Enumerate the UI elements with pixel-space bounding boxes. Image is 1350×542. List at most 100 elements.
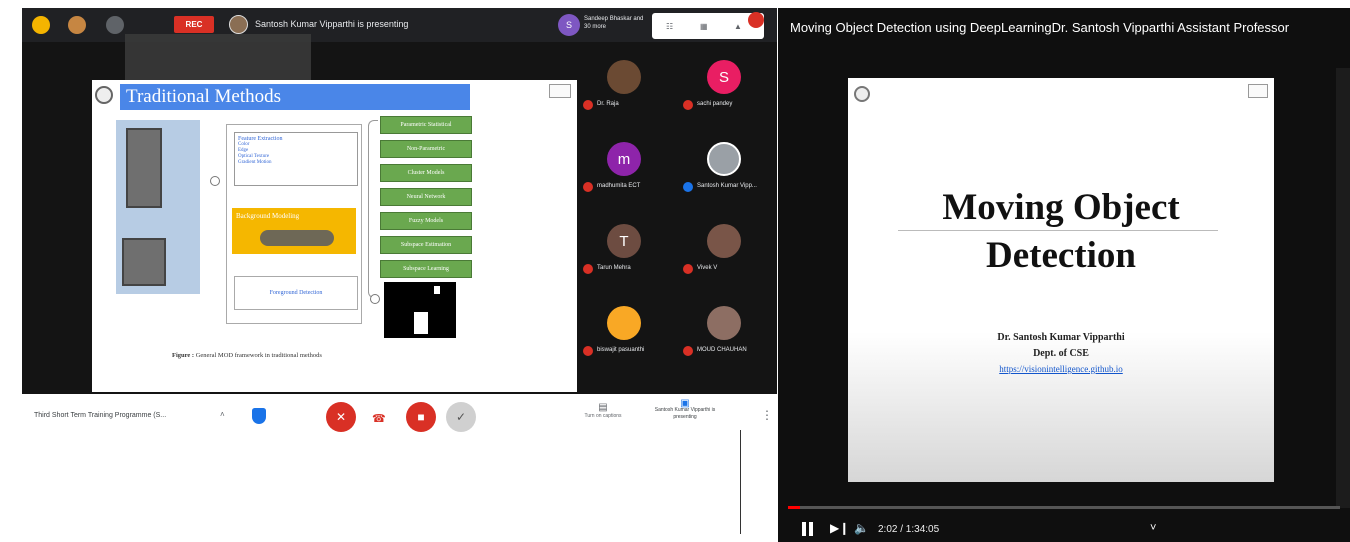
video-title[interactable]: Moving Object Detection using DeepLearni… <box>790 20 1289 35</box>
mic-off-icon <box>683 264 693 274</box>
participant-name: Santosh Kumar Vipp... <box>697 183 757 189</box>
chat-icon[interactable]: ▦ <box>700 22 708 31</box>
participant-tile[interactable]: biswajit pasuanthi <box>577 294 675 372</box>
end-call-icon[interactable]: ☎ <box>372 412 386 425</box>
feature-extraction-box: Feature Extraction Color Edge Optical Te… <box>234 132 358 186</box>
next-icon[interactable]: ▶❙ <box>830 521 849 535</box>
participant-name: Dr. Raja <box>597 101 619 107</box>
player-controls: ▶❙ 🔈 2:02 / 1:34:05 ˅ <box>778 512 1350 542</box>
captions-button[interactable]: ▤ Turn on captions <box>580 402 626 419</box>
method-item: Non-Parametric <box>380 140 472 158</box>
method-item: Cluster Models <box>380 164 472 182</box>
youtube-player[interactable]: Moving Object Detection using DeepLearni… <box>778 8 1350 542</box>
methods-bracket <box>368 120 378 298</box>
participant-name: sachi pandey <box>697 101 733 107</box>
mic-off-icon <box>683 100 693 110</box>
add-icon[interactable] <box>106 16 124 34</box>
mic-off-icon <box>583 182 593 192</box>
people-icon[interactable]: ☷ <box>666 22 673 31</box>
participant-tile[interactable]: S sachi pandey <box>677 48 775 126</box>
joiner-avatar: S <box>558 14 580 36</box>
participant-tile[interactable]: Vivek V <box>677 212 775 290</box>
method-item: Neural Network <box>380 188 472 206</box>
notification-dot-icon <box>748 12 764 28</box>
participant-tile[interactable]: Dr. Raja <box>577 48 675 126</box>
participant-avatar: T <box>607 224 641 258</box>
slide-logo-right-icon <box>1248 84 1268 98</box>
mic-off-icon <box>583 264 593 274</box>
hand-icon[interactable] <box>32 16 50 34</box>
slide-title: Traditional Methods <box>120 84 470 110</box>
participant-tile[interactable]: Santosh Kumar Vipp... <box>677 130 775 208</box>
popup-overlay <box>125 34 311 84</box>
participant-name: madhumita ECT <box>597 183 641 189</box>
present-icon: ▣ <box>680 398 690 409</box>
slide-author: Dr. Santosh Kumar Vipparthi <box>997 332 1125 343</box>
presenting-button-label: Santosh Kumar Vipparthi is presenting <box>654 407 716 420</box>
screenshot-stage: REC Santosh Kumar Vipparthi is presentin… <box>0 0 1350 542</box>
vertical-divider <box>740 430 741 534</box>
activities-icon[interactable]: ▲ <box>734 22 742 31</box>
slide-link: https://visionintelligence.github.io <box>999 364 1123 374</box>
participant-avatar <box>707 306 741 340</box>
participant-avatar: S <box>707 60 741 94</box>
method-item: Fuzzy Models <box>380 212 472 230</box>
background-label: Background Modeling <box>236 212 300 220</box>
traffic-image-top <box>126 128 162 208</box>
methods-list: Parametric Statistical Non-Parametric Cl… <box>380 116 472 284</box>
caption-text: General MOD framework in traditional met… <box>195 352 322 359</box>
shield-icon[interactable] <box>252 408 266 424</box>
participant-avatar: m <box>607 142 641 176</box>
volume-icon[interactable]: 🔈 <box>854 521 869 535</box>
chevron-up-icon[interactable]: ˄ <box>220 410 225 419</box>
participant-tile[interactable]: T Tarun Mehra <box>577 212 675 290</box>
method-item: Subspace Learning <box>380 260 472 278</box>
pause-icon[interactable] <box>802 522 814 536</box>
present-now-button[interactable]: ▣ Santosh Kumar Vipparthi is presenting <box>650 398 720 421</box>
chevron-down-icon[interactable]: ˅ <box>1150 522 1156 534</box>
progress-fill <box>788 506 801 509</box>
arrow-icon <box>210 176 220 186</box>
traffic-image-bottom <box>122 238 166 286</box>
participant-tile[interactable]: MOUD CHAUHAN <box>677 294 775 372</box>
slide-caption: Figure : General MOD framework in tradit… <box>172 352 322 359</box>
participants-grid: Dr. Raja S sachi pandey m madhumita ECT … <box>577 48 777 394</box>
foreground-detection-box: Foreground Detection <box>234 276 358 310</box>
method-item: Parametric Statistical <box>380 116 472 134</box>
presenter-avatar <box>229 15 248 34</box>
participant-name: biswajit pasuanthi <box>597 347 645 353</box>
arrow-icon <box>370 294 380 304</box>
foreground-label: Foreground Detection <box>269 290 323 296</box>
meeting-title[interactable]: Third Short Term Training Programme (S..… <box>34 412 166 419</box>
more-vert-icon[interactable]: ⋮ <box>761 408 773 422</box>
rec-badge: REC <box>174 16 214 33</box>
progress-bar[interactable] <box>788 506 1340 509</box>
video-slide: Moving Object Detection Dr. Santosh Kuma… <box>848 78 1274 482</box>
mic-off-icon <box>683 346 693 356</box>
participant-name: Vivek V <box>697 265 718 271</box>
mic-off-icon <box>583 100 593 110</box>
slide-title-line2: Detection <box>986 235 1136 276</box>
method-item: Subspace Estimation <box>380 236 472 254</box>
camera-toggle-button[interactable]: ■ <box>406 402 436 432</box>
participant-avatar <box>607 60 641 94</box>
participant-avatar <box>607 306 641 340</box>
captions-icon: ▤ <box>598 402 608 413</box>
panel-chip: ☷ ▦ ▲ <box>652 13 764 39</box>
mic-off-icon <box>583 346 593 356</box>
presenting-text: Santosh Kumar Vipparthi is presenting <box>255 19 409 29</box>
participant-tile[interactable]: m madhumita ECT <box>577 130 675 208</box>
mask-blob <box>414 312 428 334</box>
meet-window: REC Santosh Kumar Vipparthi is presentin… <box>22 8 777 542</box>
captions-label: Turn on captions <box>584 413 622 419</box>
speaking-icon <box>683 182 693 192</box>
more-options-button[interactable]: ✓ <box>446 402 476 432</box>
mic-toggle-button[interactable]: ✕ <box>326 402 356 432</box>
presentation-toolbar[interactable] <box>260 230 334 246</box>
avatar-icon[interactable] <box>68 16 86 34</box>
player-edge <box>1336 68 1350 508</box>
meet-controls-bar: Third Short Term Training Programme (S..… <box>22 394 777 442</box>
slide-logo-icon <box>95 86 113 104</box>
shared-slide: Traditional Methods Feature Extraction C… <box>92 80 577 392</box>
mask-blob <box>434 286 440 294</box>
